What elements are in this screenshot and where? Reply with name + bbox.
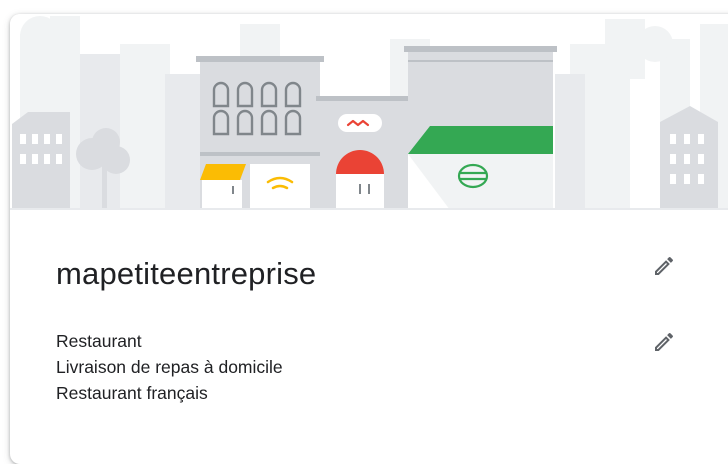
category-item: Restaurant [56, 331, 142, 351]
storefront-illustration [10, 14, 728, 210]
pencil-icon [652, 254, 676, 283]
business-profile-card: mapetiteentreprise Restaurant Livraison … [10, 14, 728, 464]
pencil-icon [652, 330, 676, 359]
category-item: Restaurant français [56, 383, 208, 403]
edit-categories-button[interactable] [646, 326, 682, 362]
business-name: mapetiteentreprise [56, 256, 317, 291]
category-item: Livraison de repas à domicile [56, 357, 283, 377]
edit-name-button[interactable] [646, 250, 682, 286]
business-info-section: mapetiteentreprise Restaurant Livraison … [10, 210, 728, 464]
category-list: Restaurant Livraison de repas à domicile… [56, 328, 283, 406]
